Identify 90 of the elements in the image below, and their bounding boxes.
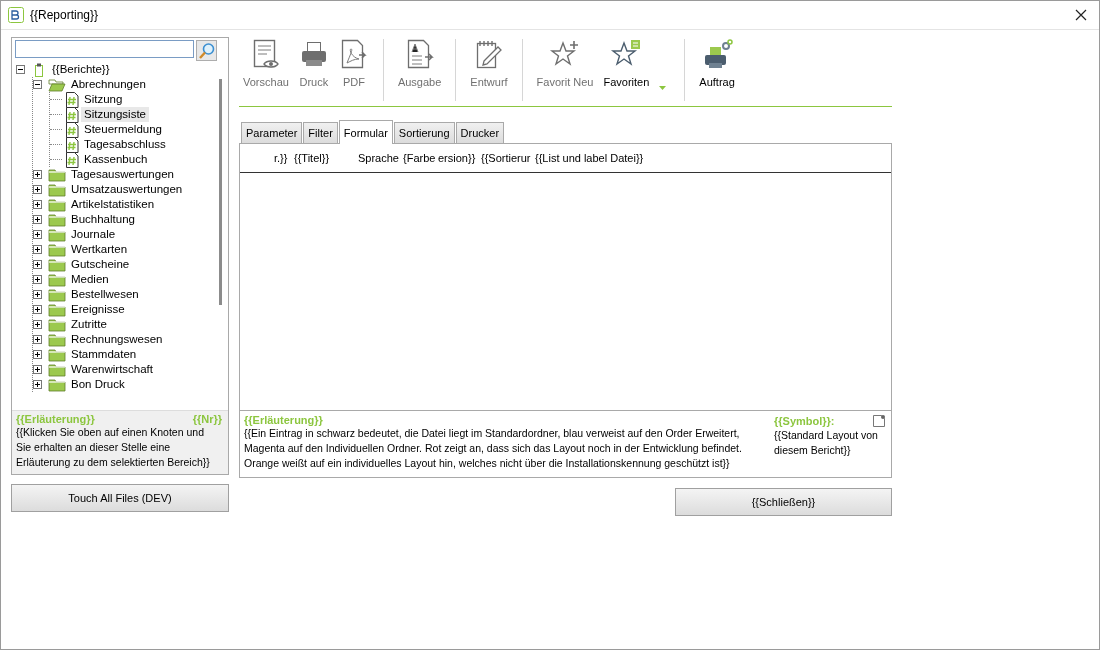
- collapse-icon[interactable]: [33, 80, 42, 89]
- app-logo-icon: [8, 7, 24, 23]
- close-icon[interactable]: [1075, 9, 1087, 21]
- tree-item[interactable]: Abrechnungen: [68, 77, 149, 92]
- folder-icon: [48, 211, 66, 228]
- tree-item[interactable]: Journale: [68, 227, 119, 242]
- folder-icon: [48, 376, 66, 393]
- folder-icon: [48, 331, 66, 348]
- info-number: {{Nr}}: [192, 413, 222, 425]
- expand-icon[interactable]: [33, 380, 42, 389]
- column-header[interactable]: {{List und label Datei}}: [535, 152, 644, 164]
- folder-icon: [48, 226, 66, 243]
- tab[interactable]: Parameter: [241, 122, 303, 143]
- folder-icon: [48, 346, 66, 363]
- search-field[interactable]: [15, 40, 194, 58]
- expand-icon[interactable]: [33, 365, 42, 374]
- toolbar-button[interactable]: Favoriten: [599, 39, 654, 88]
- expand-icon[interactable]: [33, 320, 42, 329]
- expand-icon[interactable]: [33, 185, 42, 194]
- column-header[interactable]: {{Titel}}: [294, 152, 358, 164]
- expand-icon[interactable]: [33, 275, 42, 284]
- column-header[interactable]: {Farbe: [403, 152, 438, 164]
- info-text: {{Ein Eintrag in schwarz bedeutet, die Datei liegt im Standardordner, blau verweist auf den Order Erweitert, Magenta auf den Individuellen Ordner. Rot zeigt an, dass sich das Layout noch in der Entwicklung befindet. Orange weißt auf ein individuelles Layout hin, welches nicht über die Installationskennung geschützt ist}}: [244, 426, 743, 471]
- tree-item[interactable]: Stammdaten: [68, 347, 140, 362]
- folder-icon: [48, 241, 66, 258]
- search-button[interactable]: [196, 40, 217, 61]
- folder-icon: [48, 316, 66, 333]
- expand-icon[interactable]: [33, 170, 42, 179]
- tree-item[interactable]: Sitzung: [81, 92, 126, 107]
- document-icon: [65, 91, 79, 108]
- expand-icon[interactable]: [33, 245, 42, 254]
- toolbar-button[interactable]: Auftrag: [695, 39, 739, 88]
- tree-item[interactable]: Artikelstatistiken: [68, 197, 158, 212]
- document-icon: [872, 414, 886, 428]
- column-header[interactable]: Sprache: [358, 152, 403, 164]
- folder-icon: [48, 361, 66, 378]
- tree-item[interactable]: Ereignisse: [68, 302, 128, 317]
- touch-files-button[interactable]: Touch All Files (DEV): [11, 484, 229, 512]
- tab[interactable]: Filter: [303, 122, 338, 143]
- tree-item[interactable]: Bestellwesen: [68, 287, 142, 302]
- info-title: {{Erläuterung}}: [244, 414, 324, 426]
- tree-item[interactable]: Tagesabschluss: [81, 137, 169, 152]
- folder-icon: [48, 181, 66, 198]
- symbol-title: {{Symbol}}:: [774, 415, 835, 427]
- tree-item[interactable]: {{Berichte}}: [49, 62, 113, 77]
- tree-item[interactable]: Buchhaltung: [68, 212, 138, 227]
- expand-icon[interactable]: [33, 350, 42, 359]
- column-header[interactable]: ersion}}: [438, 152, 481, 164]
- collapse-icon[interactable]: [16, 65, 25, 74]
- tab[interactable]: Drucker: [455, 122, 505, 143]
- tree-item[interactable]: Zutritte: [68, 317, 110, 332]
- info-title: {{Erläuterung}}: [16, 413, 95, 425]
- document-icon: [65, 151, 79, 168]
- tree-item[interactable]: Bon Druck: [68, 377, 128, 392]
- folder-icon: [48, 256, 66, 273]
- expand-icon[interactable]: [33, 290, 42, 299]
- tree-item[interactable]: Steuermeldung: [81, 122, 165, 137]
- document-icon: [65, 136, 79, 153]
- column-header[interactable]: r.}}: [274, 152, 294, 164]
- tree-item[interactable]: Sitzungsiste: [81, 107, 149, 122]
- tree-item[interactable]: Kassenbuch: [81, 152, 151, 167]
- column-header[interactable]: {{Sortierur: [481, 152, 535, 164]
- folder-icon: [48, 271, 66, 288]
- folder-icon: [48, 76, 66, 93]
- tree-item[interactable]: Rechnungswesen: [68, 332, 166, 347]
- expand-icon[interactable]: [33, 200, 42, 209]
- tree-item[interactable]: Tagesauswertungen: [68, 167, 177, 182]
- folder-icon: [48, 286, 66, 303]
- document-icon: [65, 106, 79, 123]
- window-title: {{Reporting}}: [30, 8, 100, 22]
- tree-item[interactable]: Gutscheine: [68, 257, 133, 272]
- folder-icon: [48, 166, 66, 183]
- expand-icon[interactable]: [33, 260, 42, 269]
- info-text: {{Klicken Sie oben auf einen Knoten und Sie erhalten an dieser Stelle eine Erläuterung zu dem selektierten Bereich}}: [16, 425, 211, 470]
- tree-item[interactable]: Umsatzauswertungen: [68, 182, 186, 197]
- scrollbar[interactable]: [219, 79, 222, 305]
- folder-icon: [48, 301, 66, 318]
- folder-icon: [48, 196, 66, 213]
- close-button[interactable]: {{Schließen}}: [675, 488, 892, 516]
- expand-icon[interactable]: [33, 305, 42, 314]
- expand-icon[interactable]: [33, 215, 42, 224]
- document-icon: [65, 121, 79, 138]
- expand-icon[interactable]: [33, 230, 42, 239]
- tree-item[interactable]: Warenwirtschaft: [68, 362, 156, 377]
- tree-item[interactable]: Wertkarten: [68, 242, 131, 257]
- tab[interactable]: Formular: [338, 120, 393, 144]
- tree-item[interactable]: Medien: [68, 272, 112, 287]
- symbol-text: {{Standard Layout von diesem Bericht}}: [774, 428, 879, 458]
- expand-icon[interactable]: [33, 335, 42, 344]
- tab[interactable]: Sortierung: [393, 122, 455, 143]
